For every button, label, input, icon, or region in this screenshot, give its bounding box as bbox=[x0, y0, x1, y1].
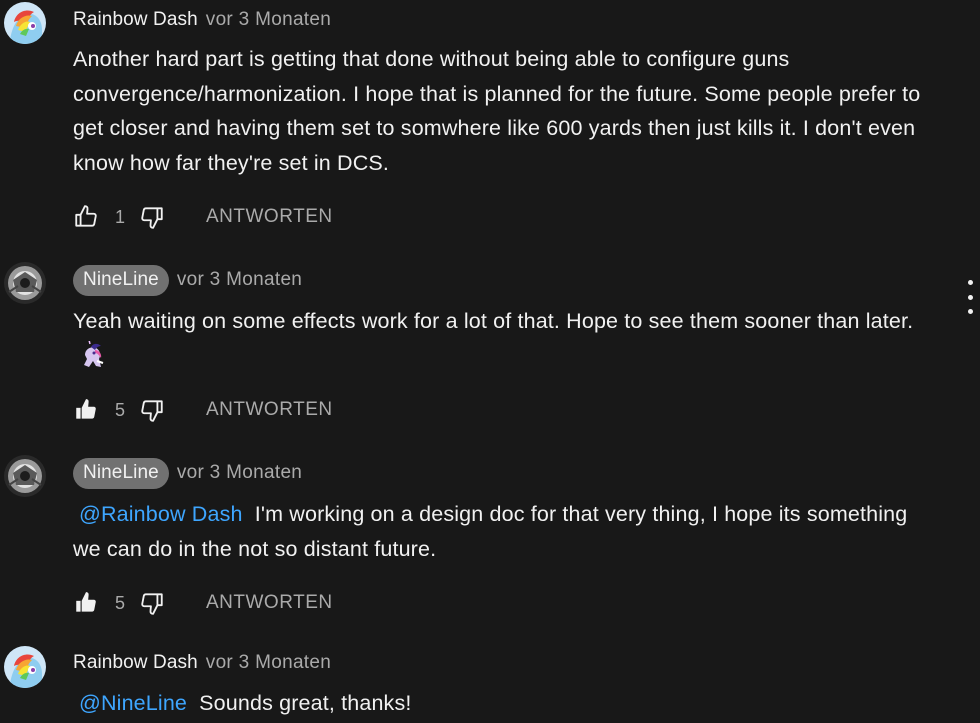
comment-actions: 5 ANTWORTEN bbox=[73, 588, 333, 618]
thumbs-down-icon[interactable] bbox=[139, 397, 165, 423]
comment-text: Yeah waiting on some effects work for a … bbox=[73, 304, 923, 373]
comment-text-content: Sounds great, thanks! bbox=[199, 691, 412, 715]
like-count: 1 bbox=[115, 206, 126, 227]
mention-link[interactable]: @NineLine bbox=[73, 691, 193, 715]
thumbs-up-icon[interactable] bbox=[73, 397, 99, 423]
like-count: 5 bbox=[115, 592, 126, 613]
mention-link[interactable]: @Rainbow Dash bbox=[73, 502, 249, 526]
author-name[interactable]: NineLine bbox=[73, 264, 169, 296]
menu-dot bbox=[967, 280, 973, 285]
comment-text: @Rainbow Dash I'm working on a design do… bbox=[73, 497, 923, 566]
menu-dot bbox=[967, 294, 973, 300]
reply-button[interactable]: ANTWORTEN bbox=[206, 206, 333, 228]
avatar[interactable] bbox=[4, 455, 46, 497]
like-count: 5 bbox=[115, 399, 126, 420]
thumbs-up-icon[interactable] bbox=[73, 204, 99, 230]
avatar[interactable] bbox=[4, 2, 46, 44]
menu-dot bbox=[967, 309, 973, 314]
author-name[interactable]: Rainbow Dash bbox=[73, 652, 198, 674]
author-name[interactable]: Rainbow Dash bbox=[73, 9, 198, 31]
timestamp[interactable]: vor 3 Monaten bbox=[177, 269, 302, 291]
avatar[interactable] bbox=[4, 646, 46, 688]
comment-actions: 5 ANTWORTEN bbox=[73, 395, 333, 425]
comment-text: @NineLine Sounds great, thanks! bbox=[73, 686, 923, 721]
avatar[interactable] bbox=[4, 262, 46, 304]
author-name[interactable]: NineLine bbox=[73, 457, 169, 489]
comment-text-content: Yeah waiting on some effects work for a … bbox=[73, 309, 914, 333]
timestamp[interactable]: vor 3 Monaten bbox=[206, 9, 331, 31]
thumbs-up-icon[interactable] bbox=[73, 590, 99, 616]
comment-actions: 1 ANTWORTEN bbox=[73, 202, 333, 232]
reply-button[interactable]: ANTWORTEN bbox=[206, 592, 333, 614]
comment-header: Rainbow Dash vor 3 Monaten bbox=[73, 5, 331, 35]
reply-button[interactable]: ANTWORTEN bbox=[206, 399, 333, 421]
more-vertical-icon[interactable] bbox=[957, 280, 980, 314]
comment-text: Another hard part is getting that done w… bbox=[73, 47, 921, 175]
timestamp[interactable]: vor 3 Monaten bbox=[177, 462, 302, 484]
comment-header: NineLine vor 3 Monaten bbox=[73, 457, 302, 489]
comment-header: NineLine vor 3 Monaten bbox=[73, 264, 302, 296]
timestamp[interactable]: vor 3 Monaten bbox=[206, 652, 331, 674]
thumbs-down-icon[interactable] bbox=[139, 204, 165, 230]
comment-header: Rainbow Dash vor 3 Monaten bbox=[73, 648, 331, 678]
pony-emoji-icon bbox=[77, 339, 107, 371]
thumbs-down-icon[interactable] bbox=[139, 590, 165, 616]
